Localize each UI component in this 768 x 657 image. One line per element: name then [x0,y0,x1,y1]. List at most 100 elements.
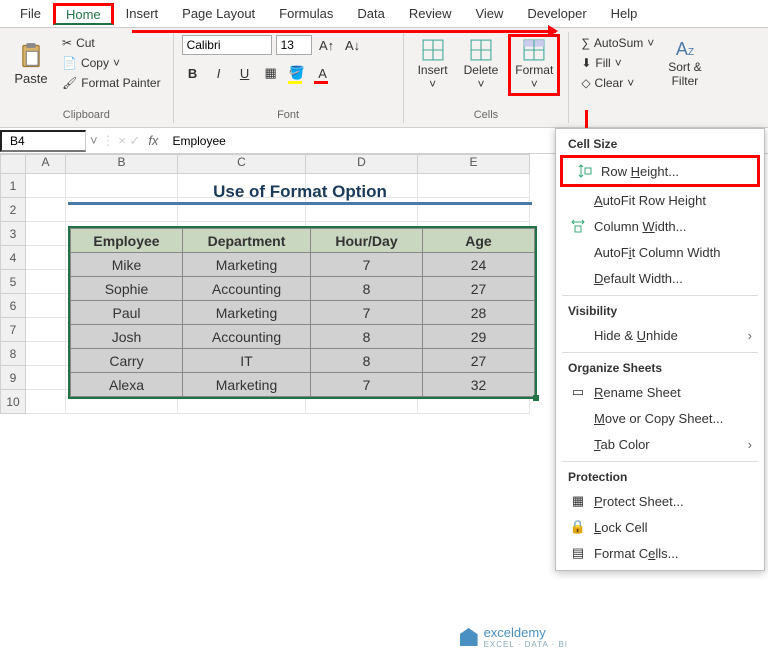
table-cell[interactable]: Paul [71,301,183,325]
table-cell[interactable]: 8 [311,349,423,373]
table-cell[interactable]: 7 [311,373,423,397]
autosum-button[interactable]: ∑AutoSum ˅ [577,34,658,52]
menu-rename-sheet[interactable]: ▭Rename Sheet [556,379,764,405]
menu-move-copy[interactable]: Move or Copy Sheet... [556,405,764,431]
menu-format-cells[interactable]: ▤Format Cells... [556,540,764,566]
paste-button[interactable]: Paste [8,37,54,90]
col-header-c[interactable]: C [178,154,306,174]
menu-column-width[interactable]: Column Width... [556,213,764,239]
bold-button[interactable]: B [182,62,204,84]
tab-formulas[interactable]: Formulas [267,2,345,25]
table-cell[interactable]: IT [183,349,311,373]
menu-lock-cell[interactable]: 🔒Lock Cell [556,514,764,540]
table-header[interactable]: Hour/Day [311,229,423,253]
table-cell[interactable]: 27 [423,277,535,301]
row-header[interactable]: 4 [0,246,26,270]
table-cell[interactable]: Marketing [183,253,311,277]
tab-help[interactable]: Help [599,2,650,25]
table-cell[interactable]: Sophie [71,277,183,301]
tab-home[interactable]: Home [53,3,114,25]
select-all-corner[interactable] [0,154,26,174]
table-cell[interactable]: Josh [71,325,183,349]
table-header[interactable]: Age [423,229,535,253]
tab-insert[interactable]: Insert [114,2,171,25]
table-cell[interactable]: Accounting [183,277,311,301]
borders-button[interactable]: ▦ [260,62,282,84]
selection-handle[interactable] [533,395,539,401]
table-cell[interactable]: Alexa [71,373,183,397]
delete-cells-button[interactable]: Delete˅ [458,35,505,95]
col-header-a[interactable]: A [26,154,66,174]
font-size-select[interactable] [276,35,312,55]
col-header-d[interactable]: D [306,154,418,174]
menu-autofit-col[interactable]: AutoFit Column Width [556,239,764,265]
cell[interactable] [26,294,66,318]
namebox-dropdown-icon[interactable]: ˅ [86,133,102,148]
increase-font-icon[interactable]: A↑ [316,34,338,56]
fx-icon[interactable]: fx [140,133,166,148]
menu-autofit-row[interactable]: AutoFit Row Height [556,187,764,213]
insert-cells-button[interactable]: Insert˅ [412,35,454,95]
tab-data[interactable]: Data [345,2,396,25]
row-header[interactable]: 2 [0,198,26,222]
sort-filter-button[interactable]: AZ Sort & Filter [662,35,707,92]
tab-page-layout[interactable]: Page Layout [170,2,267,25]
table-cell[interactable]: 8 [311,325,423,349]
table-cell[interactable]: 29 [423,325,535,349]
table-cell[interactable]: 7 [311,253,423,277]
cell[interactable] [26,222,66,246]
italic-button[interactable]: I [208,62,230,84]
format-cells-button[interactable]: Format˅ [508,34,560,96]
font-name-select[interactable] [182,35,272,55]
decrease-font-icon[interactable]: A↓ [342,34,364,56]
table-cell[interactable]: 7 [311,301,423,325]
col-header-e[interactable]: E [418,154,530,174]
name-box[interactable] [0,130,86,152]
format-painter-button[interactable]: 🖌Format Painter [58,74,165,92]
table-cell[interactable]: 8 [311,277,423,301]
table-cell[interactable]: Mike [71,253,183,277]
table-header[interactable]: Department [183,229,311,253]
menu-hide-unhide[interactable]: Hide & Unhide› [556,322,764,348]
row-header[interactable]: 7 [0,318,26,342]
row-header[interactable]: 9 [0,366,26,390]
row-header[interactable]: 3 [0,222,26,246]
cell[interactable] [26,342,66,366]
table-cell[interactable]: 28 [423,301,535,325]
tab-view[interactable]: View [463,2,515,25]
menu-row-height[interactable]: Row Height... [560,155,760,187]
menu-tab-color[interactable]: Tab Color› [556,431,764,457]
row-header[interactable]: 10 [0,390,26,414]
table-cell[interactable]: Accounting [183,325,311,349]
font-color-button[interactable]: A [312,62,334,84]
cell[interactable] [26,318,66,342]
cell[interactable] [26,246,66,270]
tab-review[interactable]: Review [397,2,464,25]
row-header[interactable]: 1 [0,174,26,198]
cell[interactable] [26,198,66,222]
clear-button[interactable]: ◇Clear ˅ [577,74,658,92]
table-cell[interactable]: Marketing [183,373,311,397]
tab-developer[interactable]: Developer [515,2,598,25]
copy-button[interactable]: 📄Copy ˅ [58,54,165,72]
fill-color-button[interactable]: 🪣 [286,62,308,84]
table-cell[interactable]: 24 [423,253,535,277]
col-header-b[interactable]: B [66,154,178,174]
table-cell[interactable]: 32 [423,373,535,397]
cut-button[interactable]: ✂Cut [58,34,165,52]
table-cell[interactable]: 27 [423,349,535,373]
menu-protect-sheet[interactable]: ▦Protect Sheet... [556,488,764,514]
table-cell[interactable]: Marketing [183,301,311,325]
cell[interactable] [26,174,66,198]
row-header[interactable]: 5 [0,270,26,294]
row-header[interactable]: 8 [0,342,26,366]
underline-button[interactable]: U [234,62,256,84]
cell[interactable] [26,366,66,390]
table-cell[interactable]: Carry [71,349,183,373]
cell[interactable] [26,390,66,414]
tab-file[interactable]: File [8,2,53,25]
row-header[interactable]: 6 [0,294,26,318]
fill-button[interactable]: ⬇Fill ˅ [577,54,658,72]
menu-default-width[interactable]: Default Width... [556,265,764,291]
table-header[interactable]: Employee [71,229,183,253]
